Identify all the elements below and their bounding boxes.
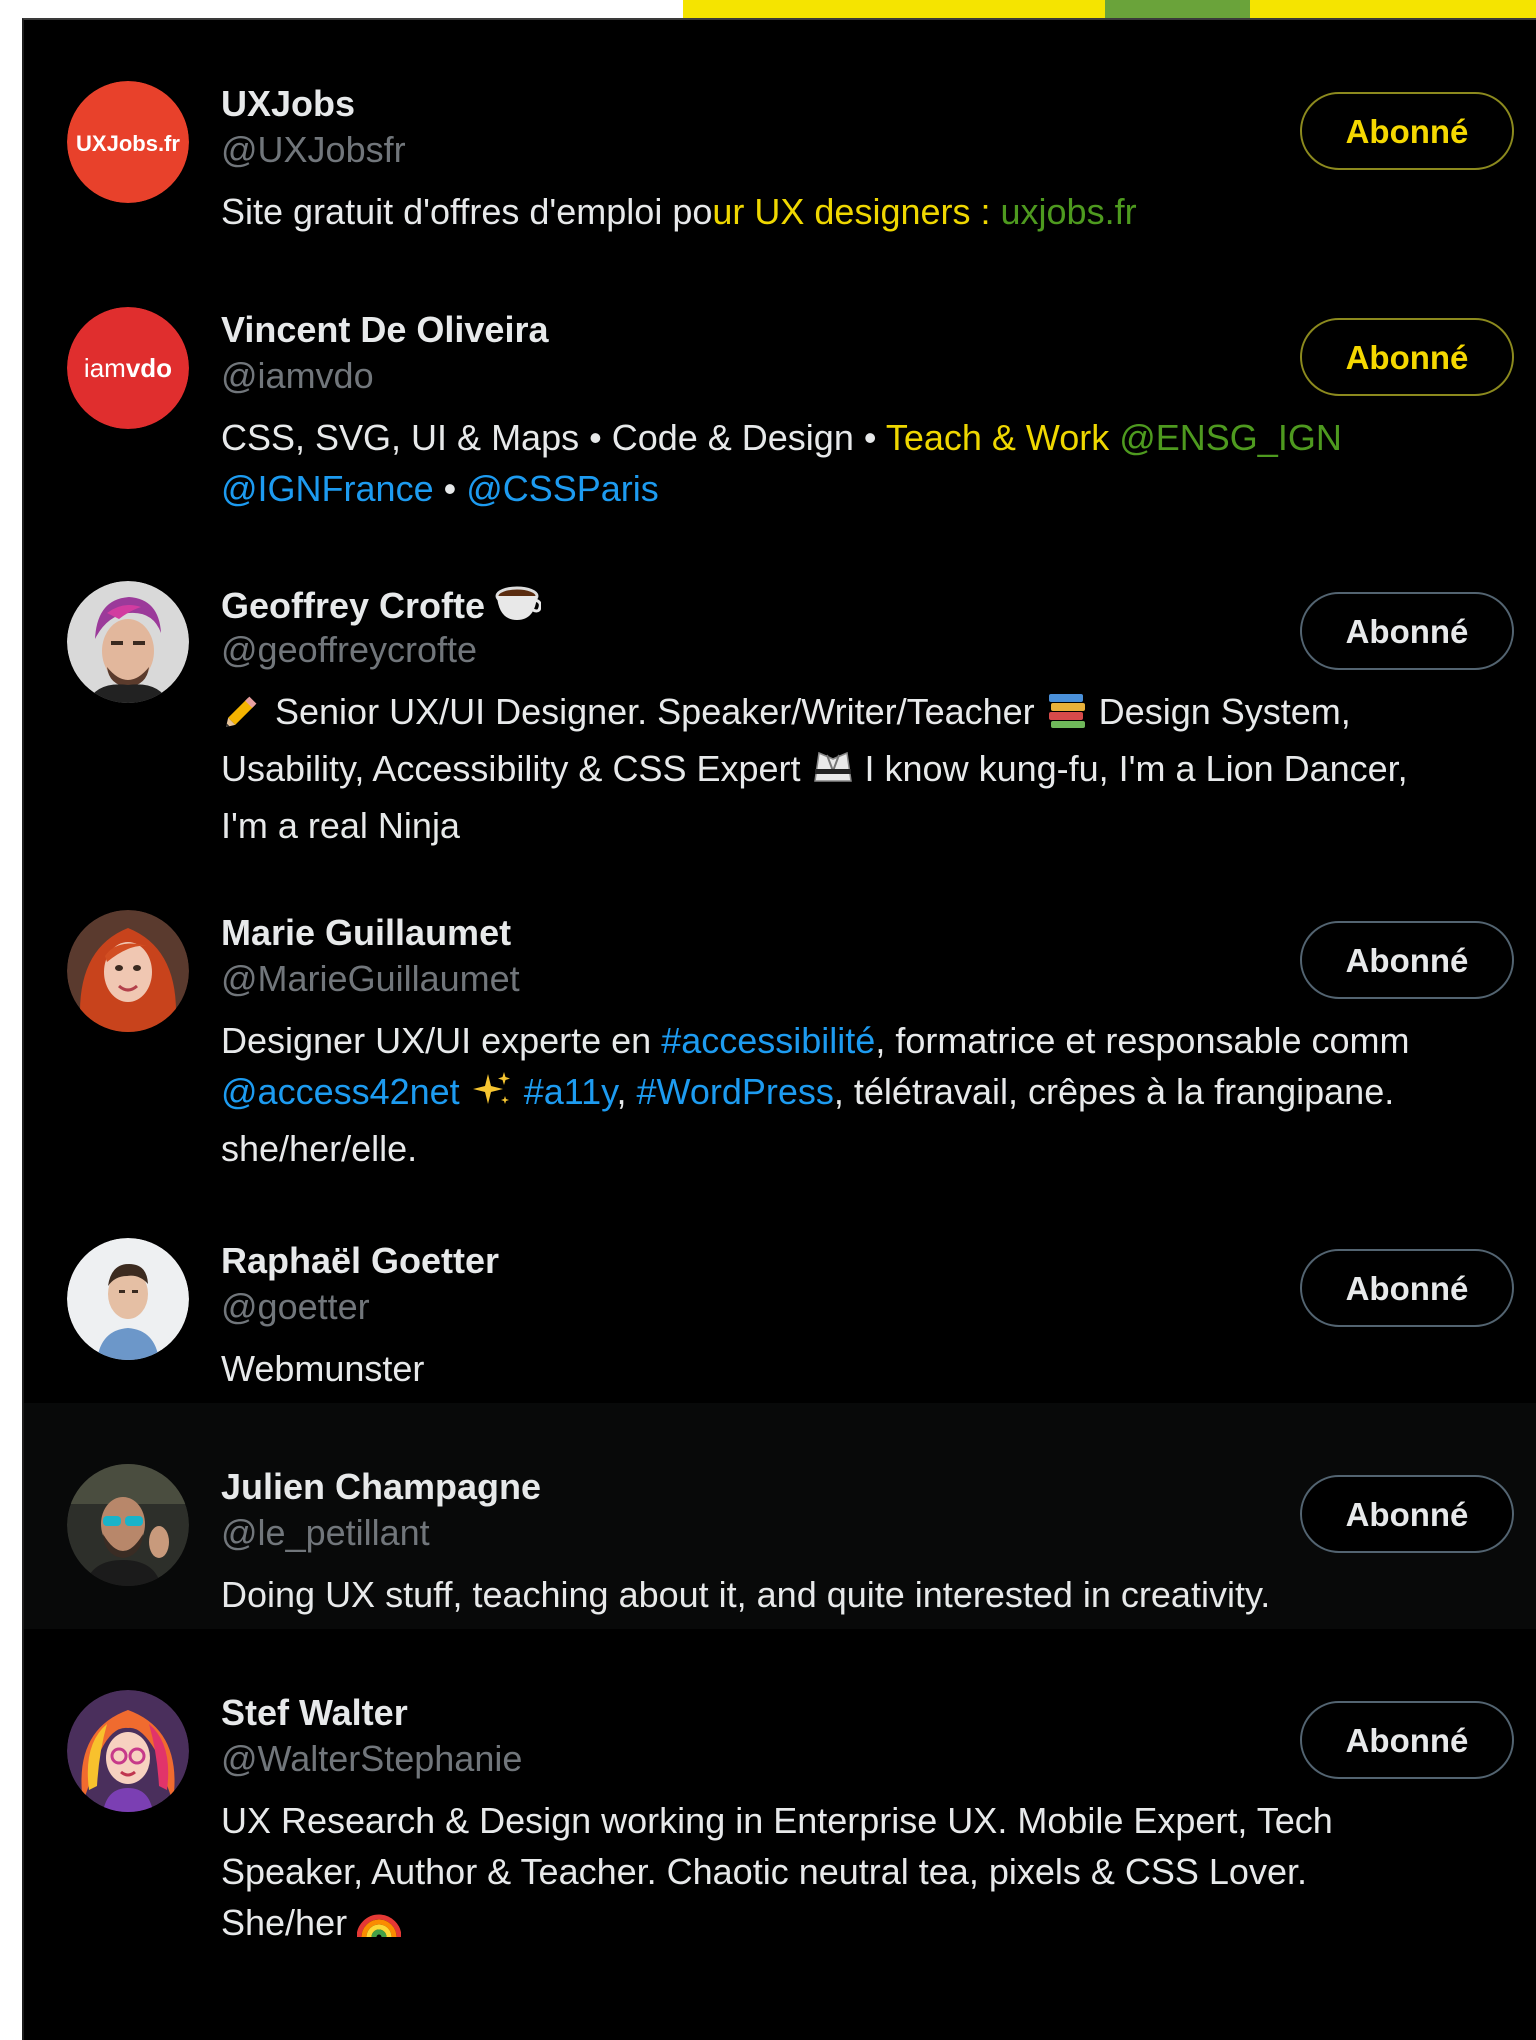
- list-item[interactable]: iamvdo Vincent De Oliveira @iamvdo CSS, …: [24, 246, 1536, 520]
- bio-text: Usability, Accessibility & CSS Expert: [221, 748, 811, 789]
- mention-link[interactable]: @IGNFrance: [221, 468, 434, 509]
- account-bio: Webmunster: [221, 1343, 1521, 1394]
- avatar[interactable]: [67, 1464, 189, 1586]
- avatar[interactable]: [67, 1238, 189, 1360]
- avatar-text: UXJobs.fr: [76, 131, 180, 156]
- bio-text: she/her/elle.: [221, 1128, 418, 1169]
- following-button[interactable]: Abonné: [1300, 1475, 1514, 1553]
- bio-text: She/her: [221, 1902, 358, 1943]
- avatar[interactable]: [67, 910, 189, 1032]
- bio-text: Webmunster: [221, 1348, 425, 1389]
- following-button[interactable]: Abonné: [1300, 1249, 1514, 1327]
- bio-link[interactable]: @ENSG_IGN: [1119, 417, 1342, 458]
- following-list: UXJobs.fr UXJobs @UXJobsfr Site gratuit …: [22, 18, 1536, 2040]
- bio-text: [514, 1071, 524, 1112]
- top-banner-green: [1105, 0, 1250, 18]
- avatar[interactable]: [67, 1690, 189, 1812]
- list-item[interactable]: Raphaël Goetter @goetter Webmunster Abon…: [24, 1177, 1536, 1403]
- avatar-text-bold: vdo: [126, 353, 172, 383]
- avatar[interactable]: iamvdo: [67, 307, 189, 429]
- sparkles-icon: [470, 1070, 514, 1123]
- bio-text: I'm a real Ninja: [221, 805, 460, 846]
- following-button[interactable]: Abonné: [1300, 921, 1514, 999]
- coffee-icon: [495, 582, 542, 634]
- following-button[interactable]: Abonné: [1300, 592, 1514, 670]
- bio-text: , formatrice et responsable comm: [875, 1020, 1410, 1061]
- bio-text: Senior UX/UI Designer. Speaker/Writer/Te…: [265, 691, 1045, 732]
- bio-text: Designer UX/UI experte en: [221, 1020, 662, 1061]
- list-item[interactable]: Julien Champagne @le_petillant Doing UX …: [24, 1403, 1536, 1629]
- hashtag-link[interactable]: #a11y: [524, 1071, 617, 1112]
- account-bio: Senior UX/UI Designer. Speaker/Writer/Te…: [221, 686, 1521, 851]
- svg-text:iamvdo: iamvdo: [84, 353, 172, 383]
- list-item[interactable]: Geoffrey Crofte @geoffreycrofte Senior U…: [24, 520, 1536, 849]
- bio-text: [460, 1071, 470, 1112]
- bio-text: CSS, SVG, UI & Maps • Code & Design •: [221, 417, 886, 458]
- list-item[interactable]: Stef Walter @WalterStephanie UX Research…: [24, 1629, 1536, 1959]
- bio-text: ur UX designers :: [712, 191, 1001, 232]
- account-bio: CSS, SVG, UI & Maps • Code & Design • Te…: [221, 412, 1521, 514]
- mention-link[interactable]: @CSSParis: [466, 468, 659, 509]
- bio-text: UX Research & Design working in Enterpri…: [221, 1800, 1333, 1841]
- books-icon: [1045, 690, 1089, 743]
- following-button[interactable]: Abonné: [1300, 1701, 1514, 1779]
- bio-text: I know kung-fu, I'm a Lion Dancer,: [854, 748, 1408, 789]
- bio-text: Design System,: [1088, 691, 1351, 732]
- pencil-icon: [221, 690, 265, 743]
- following-button[interactable]: Abonné: [1300, 92, 1514, 170]
- following-button[interactable]: Abonné: [1300, 318, 1514, 396]
- hashtag-link[interactable]: #WordPress: [636, 1071, 833, 1112]
- account-bio: Site gratuit d'offres d'emploi pour UX d…: [221, 186, 1521, 237]
- bio-text: , télétravail, crêpes à la frangipane.: [833, 1071, 1395, 1112]
- avatar[interactable]: [67, 581, 189, 703]
- account-bio: UX Research & Design working in Enterpri…: [221, 1795, 1521, 1954]
- avatar-text: iam: [84, 353, 126, 383]
- bio-text: Doing UX stuff, teaching about it, and q…: [221, 1574, 1271, 1615]
- avatar[interactable]: UXJobs.fr: [67, 81, 189, 203]
- list-item[interactable]: UXJobs.fr UXJobs @UXJobsfr Site gratuit …: [24, 20, 1536, 246]
- bio-text: Teach & Work: [885, 417, 1120, 458]
- bio-text: Speaker, Author & Teacher. Chaotic neutr…: [221, 1851, 1307, 1892]
- bio-text: Site gratuit d'offres d'emploi po: [221, 191, 713, 232]
- account-bio: Doing UX stuff, teaching about it, and q…: [221, 1569, 1521, 1620]
- hashtag-link[interactable]: #accessibilité: [661, 1020, 875, 1061]
- rainbow-icon: [356, 1901, 402, 1954]
- martial-arts-uniform-icon: [811, 747, 855, 800]
- bio-text: •: [433, 468, 467, 509]
- account-bio: Designer UX/UI experte en #accessibilité…: [221, 1015, 1521, 1174]
- list-item[interactable]: Marie Guillaumet @MarieGuillaumet Design…: [24, 849, 1536, 1177]
- bio-text: ,: [616, 1071, 637, 1112]
- mention-link[interactable]: @access42net: [221, 1071, 460, 1112]
- bio-link[interactable]: uxjobs.fr: [1001, 191, 1137, 232]
